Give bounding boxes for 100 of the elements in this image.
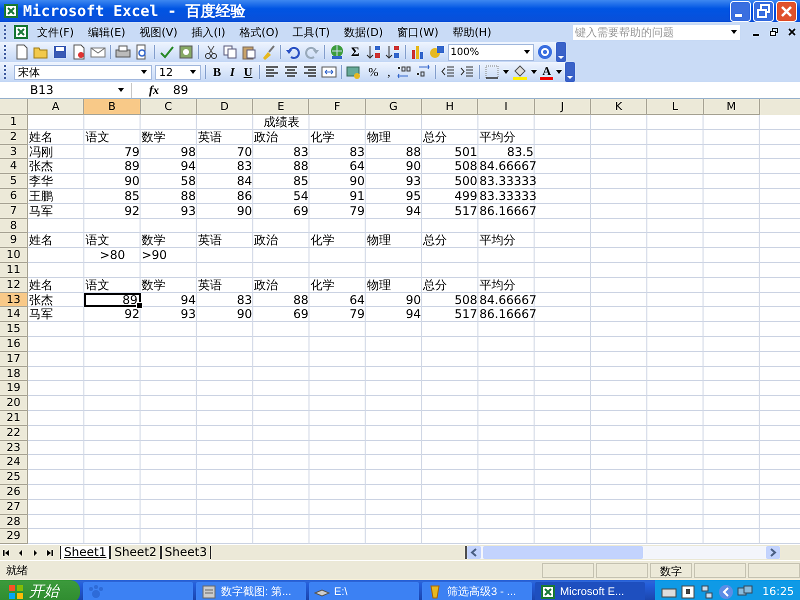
taskbar-button[interactable]: 数字截图: 第...: [196, 582, 306, 600]
menu-item[interactable]: 编辑(E): [82, 22, 132, 42]
merge-center-icon[interactable]: [321, 64, 338, 80]
dropdown-arrow-icon[interactable]: [503, 69, 510, 75]
document-icon[interactable]: [14, 44, 30, 60]
row-header[interactable]: 27: [0, 500, 28, 515]
row-header[interactable]: 18: [0, 366, 28, 382]
network-icon[interactable]: [699, 584, 716, 600]
close-icon[interactable]: [787, 27, 797, 37]
row-header[interactable]: 6: [0, 188, 28, 204]
sheet-tab[interactable]: Sheet2: [110, 546, 161, 559]
taskbar-button[interactable]: 筛选高级3 - ...: [422, 582, 532, 600]
fill-bucket-icon[interactable]: [512, 64, 528, 80]
clipboard-icon[interactable]: [241, 44, 257, 60]
toolbar-options-icon[interactable]: [556, 42, 566, 62]
insert-function-button[interactable]: fx: [132, 82, 167, 98]
row-header[interactable]: 25: [0, 470, 28, 485]
drawing-icon[interactable]: [428, 44, 444, 60]
row-header[interactable]: 10: [0, 248, 28, 263]
help-search-field[interactable]: 键入需要帮助的问题: [573, 24, 740, 40]
name-box[interactable]: B13: [0, 82, 132, 98]
sort-ascending-icon[interactable]: [366, 44, 382, 60]
column-header[interactable]: F: [309, 99, 366, 115]
increase-decimal-icon[interactable]: [396, 64, 412, 80]
align-right-icon[interactable]: [302, 64, 318, 80]
row-header[interactable]: 19: [0, 381, 28, 396]
column-header[interactable]: L: [647, 99, 704, 115]
row-header[interactable]: 11: [0, 262, 28, 278]
row-header[interactable]: 7: [0, 204, 28, 219]
horizontal-scrollbar[interactable]: [465, 546, 780, 559]
sheet-tab[interactable]: Sheet1: [60, 546, 110, 559]
scroll-right-icon[interactable]: [766, 546, 780, 559]
column-header[interactable]: A: [28, 99, 84, 115]
dropdown-arrow-icon[interactable]: [117, 87, 125, 93]
column-header[interactable]: D: [196, 99, 254, 115]
row-header[interactable]: 17: [0, 352, 28, 367]
paintbrush-icon[interactable]: [260, 44, 276, 60]
dropdown-arrow-icon[interactable]: [556, 69, 562, 75]
row-header[interactable]: 15: [0, 322, 28, 337]
italic-button[interactable]: I: [227, 63, 238, 81]
row-header[interactable]: 28: [0, 514, 28, 530]
dropdown-arrow-icon[interactable]: [730, 29, 738, 35]
currency-icon[interactable]: [346, 64, 362, 80]
column-header[interactable]: C: [140, 99, 197, 115]
scroll-thumb[interactable]: [483, 546, 643, 559]
zoom-field[interactable]: 100%: [448, 44, 534, 60]
globe-icon[interactable]: [329, 44, 345, 60]
row-header[interactable]: 21: [0, 410, 28, 426]
last-sheet-icon[interactable]: [44, 548, 54, 558]
toolbar-options-icon[interactable]: [565, 62, 576, 82]
row-header[interactable]: 13: [0, 292, 28, 308]
row-header[interactable]: 5: [0, 174, 28, 189]
spelling-icon[interactable]: [159, 44, 175, 60]
font-size-field[interactable]: 12: [155, 64, 201, 80]
menu-item[interactable]: 格式(O): [233, 22, 285, 42]
column-header[interactable]: G: [366, 99, 422, 115]
permission-icon[interactable]: [71, 44, 87, 60]
row-header[interactable]: 3: [0, 144, 28, 160]
percent-button[interactable]: %: [365, 63, 382, 81]
grip-handle[interactable]: [4, 65, 9, 79]
column-header[interactable]: J: [534, 99, 591, 115]
grip-handle[interactable]: [4, 45, 9, 59]
menu-item[interactable]: 插入(I): [186, 22, 232, 42]
menu-item[interactable]: 视图(V): [133, 22, 184, 42]
row-header[interactable]: 1: [0, 115, 28, 130]
column-header[interactable]: M: [704, 99, 760, 115]
fill-handle[interactable]: [136, 302, 143, 310]
comma-button[interactable]: ,: [384, 63, 394, 81]
row-header[interactable]: 20: [0, 396, 28, 411]
bar-chart-icon[interactable]: [410, 44, 426, 60]
menu-item[interactable]: 窗口(W): [391, 22, 444, 42]
show-hidden-icon[interactable]: [718, 584, 734, 600]
column-header[interactable]: H: [422, 99, 478, 115]
sheet-tab[interactable]: Sheet3: [160, 546, 211, 559]
column-header[interactable]: I: [478, 99, 535, 115]
borders-icon[interactable]: [484, 64, 500, 80]
menu-item[interactable]: 数据(D): [338, 22, 390, 42]
menu-item[interactable]: 工具(T): [286, 22, 336, 42]
row-header[interactable]: 22: [0, 426, 28, 441]
dropdown-arrow-icon[interactable]: [140, 69, 148, 75]
row-header[interactable]: 29: [0, 529, 28, 544]
column-header[interactable]: B: [84, 99, 141, 115]
row-header[interactable]: 2: [0, 130, 28, 145]
menu-item[interactable]: 文件(F): [31, 22, 80, 42]
grip-handle[interactable]: [4, 25, 9, 39]
undo-icon[interactable]: [285, 44, 301, 60]
row-header[interactable]: 14: [0, 307, 28, 322]
autosum-button[interactable]: Σ: [348, 43, 362, 61]
first-sheet-icon[interactable]: [2, 548, 12, 558]
spreadsheet-icon[interactable]: [13, 24, 29, 40]
row-header[interactable]: 26: [0, 484, 28, 500]
bold-button[interactable]: B: [210, 63, 224, 81]
row-header[interactable]: 24: [0, 455, 28, 470]
row-header[interactable]: 12: [0, 278, 28, 293]
copy-icon[interactable]: [222, 44, 238, 60]
font-field[interactable]: 宋体: [14, 64, 152, 80]
start-button[interactable]: 开始: [0, 580, 80, 600]
align-center-icon[interactable]: [283, 64, 300, 80]
row-header[interactable]: 9: [0, 233, 28, 248]
underline-button[interactable]: U: [240, 63, 256, 81]
